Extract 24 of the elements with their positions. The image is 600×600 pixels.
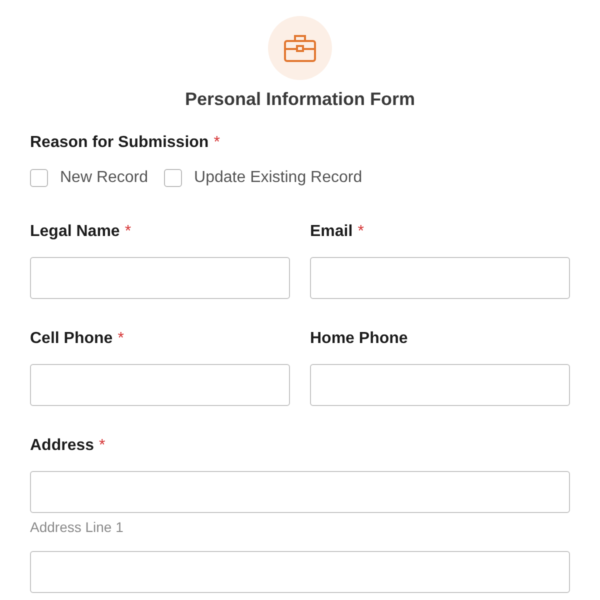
checkbox-label: Update Existing Record (194, 168, 362, 188)
required-mark: * (124, 222, 132, 242)
checkbox-label: New Record (60, 168, 148, 188)
required-mark: * (99, 436, 106, 456)
input-field[interactable] (30, 364, 290, 406)
required-mark: * (118, 329, 124, 349)
input-field[interactable] (310, 257, 570, 299)
required-mark: * (358, 222, 364, 242)
form-title: Personal Information Form (184, 88, 416, 110)
input-field[interactable] (30, 257, 290, 299)
field-label: Cell Phone (30, 329, 113, 349)
field-label: Legal Name (30, 222, 120, 242)
checkbox[interactable] (30, 169, 48, 187)
input-field[interactable] (30, 471, 570, 513)
field-label: Email (310, 222, 353, 242)
input-field[interactable] (310, 364, 570, 406)
checkbox[interactable] (164, 169, 182, 187)
briefcase-icon (283, 33, 317, 63)
field-label: Address (30, 436, 94, 456)
required-mark: * (214, 133, 220, 153)
field-label: Home Phone (310, 329, 408, 349)
field-hint: Address Line 1 (30, 519, 124, 535)
field-label: Reason for Submission (30, 133, 209, 153)
input-field[interactable] (30, 551, 570, 593)
